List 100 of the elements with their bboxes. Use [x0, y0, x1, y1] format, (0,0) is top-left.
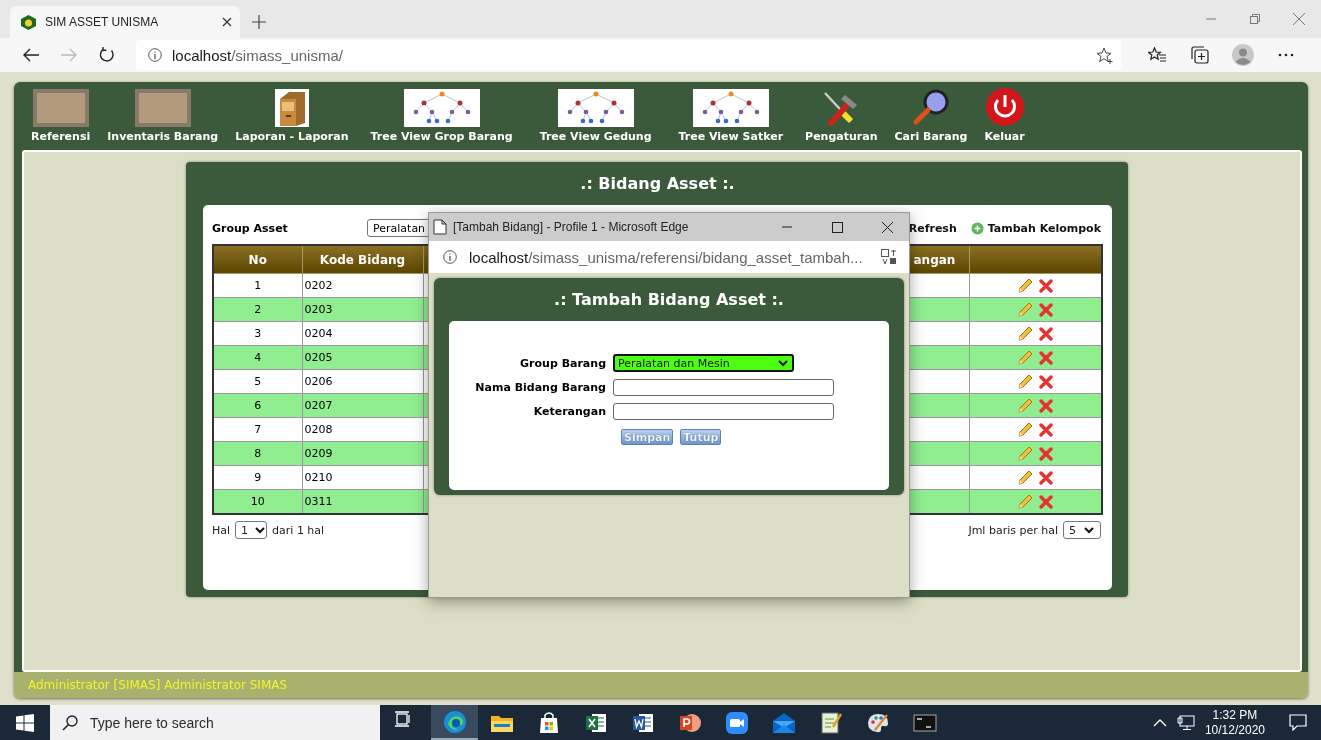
- more-icon[interactable]: [1277, 53, 1294, 57]
- refresh-icon[interactable]: [99, 47, 115, 63]
- rows-per-page-label: Jml baris per hal: [968, 523, 1058, 537]
- table-cell: 0204: [302, 321, 423, 346]
- page-select[interactable]: 1: [235, 521, 268, 539]
- delete-icon[interactable]: [1039, 350, 1054, 365]
- back-arrow-icon[interactable]: [23, 48, 39, 62]
- field-label: Group Barang: [520, 356, 606, 370]
- menu-link[interactable]: Cari Barang: [894, 87, 968, 143]
- tree-diagram-icon: [403, 89, 480, 127]
- delete-icon[interactable]: [1039, 326, 1054, 341]
- dialog-title: .: Tambah Bidang Asset :.: [554, 290, 784, 309]
- column-header: angan: [913, 252, 956, 267]
- search-icon: [62, 715, 78, 731]
- delete-icon[interactable]: [1039, 374, 1054, 389]
- restore-icon[interactable]: [1250, 14, 1260, 24]
- rows-per-page-select[interactable]: 5: [1063, 521, 1101, 539]
- new-tab-icon[interactable]: [252, 15, 266, 29]
- pencil-icon[interactable]: [1017, 397, 1034, 414]
- column-header: No: [213, 245, 302, 274]
- group-select[interactable]: Peralatan: [367, 219, 431, 237]
- browser-tab[interactable]: SIM ASSET UNISMA: [10, 6, 240, 38]
- pencil-icon[interactable]: [1017, 277, 1034, 294]
- info-icon: [443, 250, 457, 264]
- pager-label: Hal: [212, 523, 231, 537]
- table-cell: 0207: [302, 393, 423, 418]
- collections-icon[interactable]: [1190, 46, 1209, 64]
- table-cell: 0206: [302, 369, 423, 394]
- pencil-icon[interactable]: [1017, 493, 1034, 510]
- menu-link[interactable]: Laporan - Laporan: [235, 89, 349, 143]
- plus-circle-icon: [970, 221, 984, 235]
- table-cell: 2: [213, 297, 302, 322]
- pencil-icon[interactable]: [1017, 445, 1034, 462]
- taskbar-date: 10/12/2020: [1204, 722, 1265, 738]
- delete-icon[interactable]: [1039, 470, 1054, 485]
- maximize-icon[interactable]: [831, 221, 843, 233]
- pencil-icon[interactable]: [1017, 421, 1034, 438]
- table-cell: 1: [213, 273, 302, 298]
- delete-icon[interactable]: [1039, 398, 1054, 413]
- search-field[interactable]: Type here to search: [50, 705, 380, 740]
- address-field[interactable]: localhost/simass_unisma/: [136, 40, 1121, 70]
- tree-diagram-icon: [692, 89, 769, 127]
- delete-icon[interactable]: [1039, 494, 1054, 509]
- table-cell: 4: [213, 345, 302, 370]
- table-cell: 0203: [302, 297, 423, 322]
- pencil-icon[interactable]: [1017, 301, 1034, 318]
- favorites-icon[interactable]: [1147, 47, 1166, 63]
- menu-link[interactable]: Keluar: [984, 87, 1025, 143]
- table-cell: 0209: [302, 441, 423, 466]
- menu-link[interactable]: Tree View Gedung: [539, 89, 652, 143]
- menu-link[interactable]: Pengaturan: [805, 89, 878, 143]
- menu-link[interactable]: Referensi: [31, 89, 91, 143]
- delete-icon[interactable]: [1039, 278, 1054, 293]
- power-icon: [984, 87, 1025, 127]
- document-icon: [433, 219, 447, 235]
- refresh-link[interactable]: Refresh: [908, 221, 957, 235]
- pencil-icon[interactable]: [1017, 349, 1034, 366]
- text-field[interactable]: [613, 403, 834, 420]
- pager-label: dari 1 hal: [272, 523, 325, 537]
- pencil-icon[interactable]: [1017, 469, 1034, 486]
- user-info: Administrator [SIMAS] Administrator SIMAS: [28, 678, 288, 692]
- table-cell: 7: [213, 417, 302, 442]
- windows-logo-icon[interactable]: [16, 713, 34, 732]
- add-link[interactable]: Tambah Kelompok: [970, 221, 1101, 235]
- table-cell: 3: [213, 321, 302, 346]
- chevron-icon: [777, 358, 789, 368]
- menu-link[interactable]: Tree View Grop Barang: [370, 89, 513, 143]
- delete-icon[interactable]: [1039, 302, 1054, 317]
- table-cell: 0205: [302, 345, 423, 370]
- dropdown-field[interactable]: Peralatan dan Mesin: [613, 354, 794, 372]
- menu-link[interactable]: Inventaris Barang: [107, 89, 219, 143]
- panel-title: .: Bidang Asset :.: [580, 174, 735, 193]
- table-cell: 8: [213, 441, 302, 466]
- delete-icon[interactable]: [1039, 446, 1054, 461]
- table-cell: 9: [213, 465, 302, 490]
- photo-placeholder: [32, 89, 89, 127]
- chevron-icon: [254, 525, 267, 535]
- popup-address: localhost/simass_unisma/referensi/bidang_asset_tambah...: [469, 248, 864, 266]
- table-cell: 6: [213, 393, 302, 418]
- pencil-icon[interactable]: [1017, 325, 1034, 342]
- browser-button[interactable]: [431, 705, 478, 740]
- close-icon[interactable]: [222, 17, 232, 27]
- avatar-icon[interactable]: [1231, 44, 1254, 66]
- cabinet-icon: [274, 89, 309, 127]
- table-cell: 0210: [302, 465, 423, 490]
- column-header: Kode Bidang: [302, 245, 423, 274]
- table-cell: 0208: [302, 417, 423, 442]
- text-field[interactable]: [613, 379, 834, 396]
- menu-link[interactable]: Tree View Satker: [678, 89, 784, 143]
- table-cell: 10: [213, 489, 302, 514]
- notification-icon[interactable]: [1289, 714, 1307, 731]
- chevron-up-icon[interactable]: [1152, 718, 1167, 727]
- browser-icon: [442, 709, 467, 734]
- network-icon[interactable]: [1176, 714, 1195, 731]
- field-label: Keterangan: [533, 405, 606, 418]
- notepad-icon: [818, 710, 843, 735]
- delete-icon[interactable]: [1039, 422, 1054, 437]
- pencil-icon[interactable]: [1017, 373, 1034, 390]
- close-icon[interactable]: [881, 221, 893, 233]
- star-icon: [1096, 46, 1113, 64]
